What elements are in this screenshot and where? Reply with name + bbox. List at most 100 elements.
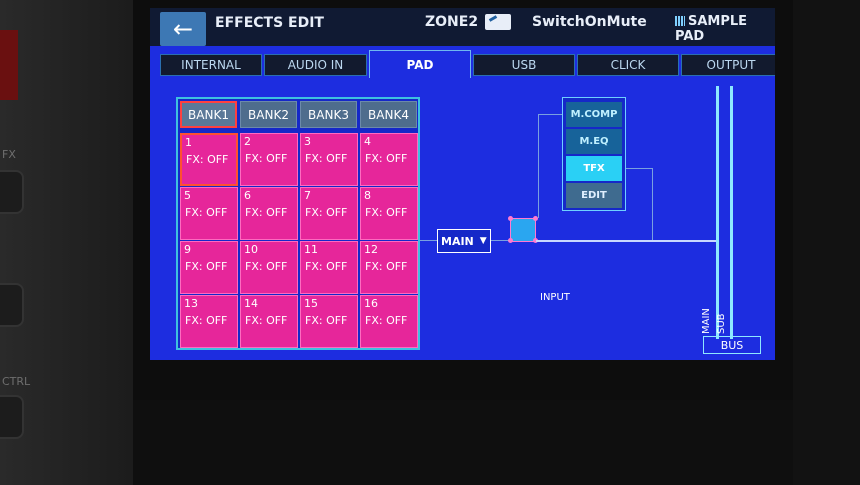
pad-number: 15 — [304, 297, 318, 310]
pad-number: 1 — [185, 136, 192, 149]
pad-fx-status: FX: OFF — [305, 206, 348, 219]
lcd-screen: ← EFFECTS EDIT ZONE2 SwitchOnMute SAMPLE… — [150, 8, 775, 360]
kit-name: SwitchOnMute — [532, 14, 647, 30]
pad-panel: BANK1 BANK2 BANK3 BANK4 1 FX: OFF 2 FX: OF… — [176, 97, 420, 350]
pad-number: 12 — [364, 243, 378, 256]
tab-usb[interactable]: USB — [473, 54, 575, 76]
input-label: INPUT — [540, 292, 570, 303]
pad-number: 3 — [304, 135, 311, 148]
fx-chain-meq[interactable]: M.EQ — [566, 129, 622, 154]
pad-fx-status: FX: OFF — [185, 206, 228, 219]
bus-label-main: MAIN — [701, 308, 712, 334]
pad-9[interactable]: 9 FX: OFF — [180, 241, 238, 294]
pad-number: 13 — [184, 297, 198, 310]
pad-number: 16 — [364, 297, 378, 310]
chain-link-right — [626, 168, 652, 169]
pad-number: 6 — [244, 189, 251, 202]
pad-4[interactable]: 4 FX: OFF — [360, 133, 418, 186]
back-arrow-icon: ← — [172, 15, 194, 43]
pad-fx-status: FX: OFF — [245, 152, 288, 165]
bus-button[interactable]: BUS — [703, 336, 761, 354]
tab-internal[interactable]: INTERNAL — [160, 54, 262, 76]
pad-3[interactable]: 3 FX: OFF — [300, 133, 358, 186]
page-title: EFFECTS EDIT — [215, 15, 324, 31]
pad-12[interactable]: 12 FX: OFF — [360, 241, 418, 294]
pad-fx-status: FX: OFF — [186, 153, 229, 166]
pad-number: 7 — [304, 189, 311, 202]
device-side-panel: FX CTRL — [0, 0, 150, 485]
pad-fx-status: FX: OFF — [365, 152, 408, 165]
pad-8[interactable]: 8 FX: OFF — [360, 187, 418, 240]
chain-link-down — [652, 168, 653, 240]
pad-14[interactable]: 14 FX: OFF — [240, 295, 298, 348]
device-knob-1[interactable] — [0, 170, 24, 214]
mode-label: SAMPLE PAD — [675, 14, 775, 44]
pad-fx-status: FX: OFF — [365, 206, 408, 219]
mode-text: SAMPLE PAD — [675, 14, 748, 44]
tab-click[interactable]: CLICK — [577, 54, 679, 76]
pad-fx-status: FX: OFF — [305, 260, 348, 273]
pad-grid: 1 FX: OFF 2 FX: OFF 3 FX: OFF 4 FX: OFF 5 FX:… — [180, 133, 418, 349]
route-line-in — [420, 240, 437, 241]
output-select-dropdown[interactable]: MAIN ▼ — [437, 229, 491, 253]
kit-icon — [485, 14, 511, 30]
pad-fx-status: FX: OFF — [245, 314, 288, 327]
chain-link-left — [538, 114, 539, 218]
pad-number: 10 — [244, 243, 258, 256]
device-knob-2[interactable] — [0, 283, 24, 327]
bank-button-1[interactable]: BANK1 — [180, 101, 237, 128]
dropdown-arrow-icon: ▼ — [479, 236, 487, 246]
bus-line-main — [716, 86, 719, 339]
route-line-out — [536, 240, 716, 242]
tab-audio-in[interactable]: AUDIO IN — [264, 54, 367, 76]
tab-output[interactable]: OUTPUT — [681, 54, 775, 76]
device-red-led — [0, 30, 18, 100]
device-bottom — [133, 400, 793, 485]
sample-pad-icon — [675, 16, 685, 26]
bus-line-sub — [730, 86, 733, 339]
device-label-fx: FX — [2, 148, 16, 161]
pad-fx-status: FX: OFF — [185, 314, 228, 327]
chain-link-top — [538, 114, 562, 115]
output-select-value: MAIN — [441, 234, 474, 248]
back-button[interactable]: ← — [160, 12, 206, 46]
bank-selector: BANK1 BANK2 BANK3 BANK4 — [180, 101, 417, 128]
fx-chain-edit-button[interactable]: EDIT — [566, 183, 622, 208]
fx-chain-panel: M.COMP M.EQ TFX EDIT — [562, 97, 626, 211]
pad-fx-status: FX: OFF — [365, 260, 408, 273]
pad-fx-status: FX: OFF — [305, 314, 348, 327]
pad-fx-status: FX: OFF — [365, 314, 408, 327]
pad-number: 8 — [364, 189, 371, 202]
pad-fx-status: FX: OFF — [245, 206, 288, 219]
pad-11[interactable]: 11 FX: OFF — [300, 241, 358, 294]
pad-number: 2 — [244, 135, 251, 148]
fx-chain-mcomp[interactable]: M.COMP — [566, 102, 622, 127]
pad-16[interactable]: 16 FX: OFF — [360, 295, 418, 348]
pad-fx-status: FX: OFF — [185, 260, 228, 273]
device-label-ctrl: CTRL — [2, 375, 31, 388]
pad-number: 11 — [304, 243, 318, 256]
pad-15[interactable]: 15 FX: OFF — [300, 295, 358, 348]
pad-5[interactable]: 5 FX: OFF — [180, 187, 238, 240]
pad-7[interactable]: 7 FX: OFF — [300, 187, 358, 240]
pad-13[interactable]: 13 FX: OFF — [180, 295, 238, 348]
pad-1[interactable]: 1 FX: OFF — [180, 133, 238, 186]
bank-button-3[interactable]: BANK3 — [300, 101, 357, 128]
tab-bar: INTERNAL AUDIO IN PAD USB CLICK OUTPUT — [160, 50, 775, 78]
bank-button-4[interactable]: BANK4 — [360, 101, 417, 128]
zone-label: ZONE2 — [425, 14, 479, 30]
device-knob-3[interactable] — [0, 395, 24, 439]
fx-node-dot — [508, 238, 513, 243]
pad-number: 14 — [244, 297, 258, 310]
pad-10[interactable]: 10 FX: OFF — [240, 241, 298, 294]
bus-label-sub: SUB — [716, 313, 727, 334]
fx-node-dot — [508, 216, 513, 221]
pad-2[interactable]: 2 FX: OFF — [240, 133, 298, 186]
pad-number: 5 — [184, 189, 191, 202]
pad-6[interactable]: 6 FX: OFF — [240, 187, 298, 240]
pad-number: 9 — [184, 243, 191, 256]
fx-insert-block[interactable] — [508, 216, 538, 243]
fx-chain-tfx[interactable]: TFX — [566, 156, 622, 181]
tab-pad[interactable]: PAD — [369, 50, 471, 78]
bank-button-2[interactable]: BANK2 — [240, 101, 297, 128]
